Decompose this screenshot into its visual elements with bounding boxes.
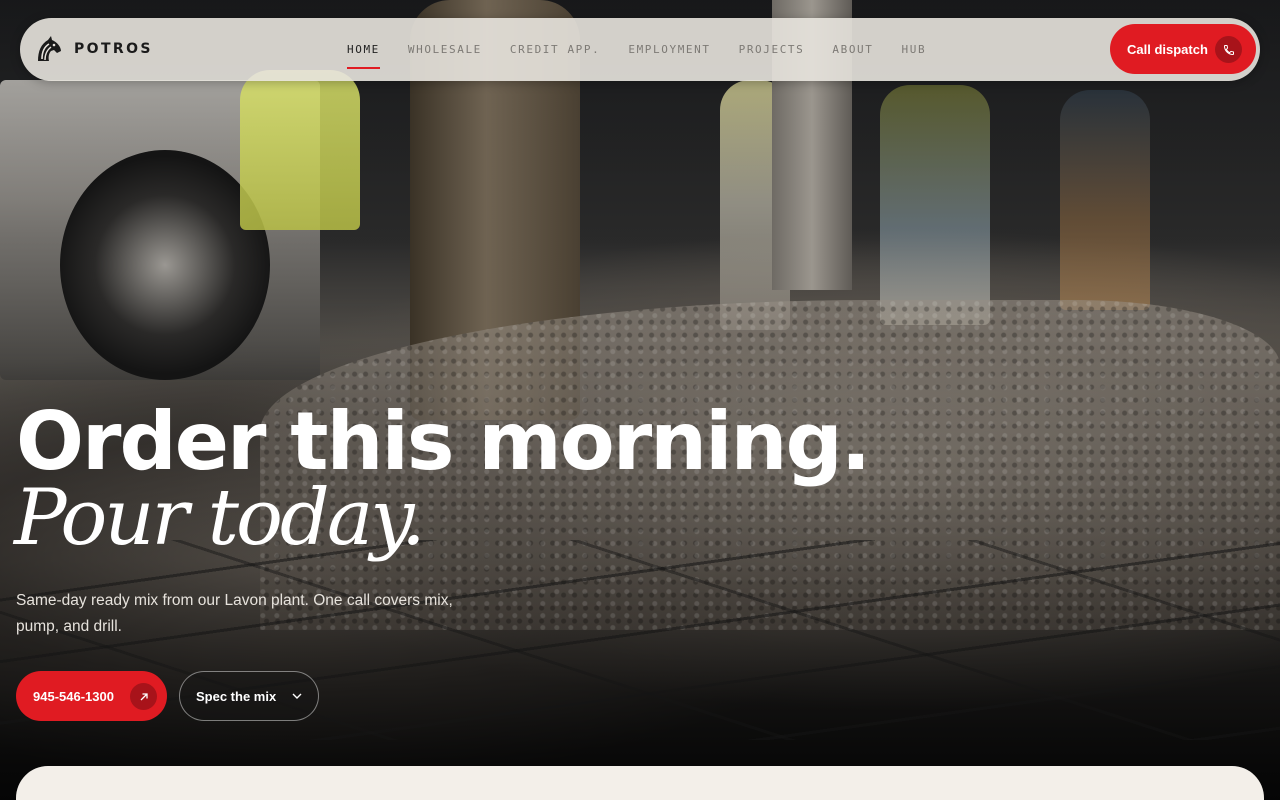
nav-item-wholesale[interactable]: WHOLESALE: [408, 37, 482, 62]
hero-headline-italic: Pour today.: [14, 473, 426, 563]
nav-links: HOME WHOLESALE CREDIT APP. EMPLOYMENT PR…: [347, 18, 954, 81]
phone-number-button[interactable]: 945-546-1300: [16, 671, 167, 721]
arrow-up-right-icon: [130, 683, 157, 710]
call-dispatch-button[interactable]: Call dispatch: [1110, 24, 1256, 74]
worker-shape: [240, 70, 360, 230]
truck-wheel-shape: [60, 150, 270, 380]
spec-the-mix-label: Spec the mix: [196, 688, 277, 704]
nav-item-about[interactable]: ABOUT: [832, 37, 873, 62]
worker-shape: [1060, 90, 1150, 310]
phone-number-label: 945-546-1300: [33, 688, 114, 704]
nav-item-credit-app[interactable]: CREDIT APP.: [510, 37, 600, 62]
nav-item-home[interactable]: HOME: [347, 37, 380, 69]
brand-name: POTROS: [74, 41, 153, 57]
call-dispatch-label: Call dispatch: [1127, 41, 1208, 57]
navbar: POTROS HOME WHOLESALE CREDIT APP. EMPLOY…: [20, 18, 1260, 81]
hero-subtext: Same-day ready mix from our Lavon plant.…: [16, 592, 453, 635]
phone-icon: [1215, 36, 1242, 63]
nav-item-hub[interactable]: HUB: [902, 37, 927, 62]
nav-item-projects[interactable]: PROJECTS: [739, 37, 805, 62]
chevron-down-icon: [292, 693, 302, 699]
content-panel: [16, 766, 1264, 800]
brand-link[interactable]: POTROS: [32, 32, 153, 66]
nav-item-employment[interactable]: EMPLOYMENT: [628, 37, 710, 62]
spec-the-mix-button[interactable]: Spec the mix: [179, 671, 319, 721]
worker-shape: [880, 85, 990, 325]
horse-head-icon: [38, 36, 61, 61]
